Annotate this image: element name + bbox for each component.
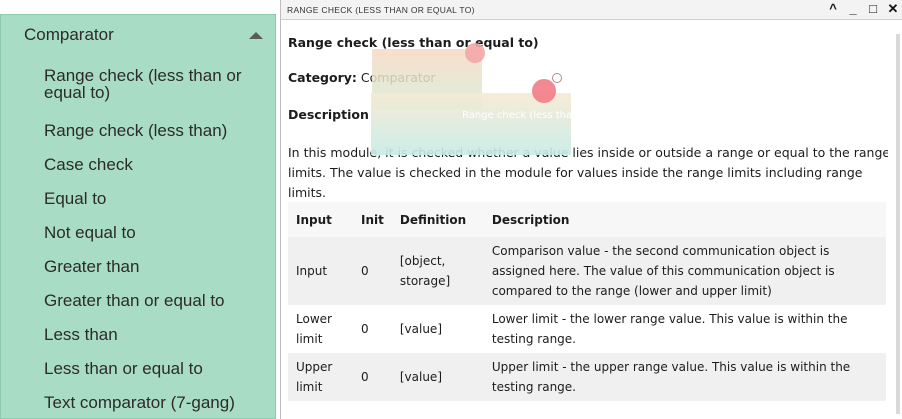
module-item-greater-than-or-equal[interactable]: Greater than or equal to: [44, 292, 225, 309]
close-icon[interactable]: ✕: [886, 2, 900, 16]
io-table: Input Init Definition Description Input …: [288, 202, 886, 401]
definition-line: [object,: [399, 254, 446, 268]
module-category-sidebar: Comparator Range check (less than or equ…: [0, 14, 276, 419]
ghost-ring-icon: [552, 73, 562, 83]
module-category: Category: Comparator: [288, 70, 436, 85]
input-line: Lower: [296, 312, 332, 326]
cell-init: 0: [353, 353, 392, 401]
description-line-2: limits. The value is checked in the modu…: [288, 165, 863, 200]
module-item-not-equal-to[interactable]: Not equal to: [44, 224, 136, 241]
definition-line: storage]: [399, 274, 451, 288]
description-line: testing range.: [491, 332, 576, 346]
module-name: Range check (less than or equal to): [288, 35, 539, 50]
table-row: Lower limit 0 [value] Lower limit - the …: [288, 305, 886, 353]
table-row: Upper limit 0 [value] Upper limit - the …: [288, 353, 886, 401]
cell-input: Input: [288, 237, 353, 305]
help-content: Range check (less than or equal to) Cate…: [288, 22, 888, 419]
description-line: Lower limit - the lower range value. Thi…: [491, 312, 848, 326]
input-line: Upper: [296, 360, 333, 374]
module-item-equal-to[interactable]: Equal to: [44, 190, 106, 207]
cell-definition: [value]: [391, 305, 484, 353]
cell-description: Comparison value - the second communicat…: [483, 237, 886, 305]
category-label: Category:: [288, 70, 357, 85]
window-title: Range check (less than or equal to): [287, 4, 475, 15]
description-line: assigned here. The value of this communi…: [491, 264, 835, 278]
table-row: Input 0 [object, storage] Comparison val…: [288, 237, 886, 305]
input-line: limit: [296, 380, 323, 394]
col-header-description: Description: [483, 202, 886, 237]
module-item-less-than[interactable]: Less than: [44, 326, 118, 343]
module-item-less-than-or-equal[interactable]: Less than or equal to: [44, 360, 203, 377]
cell-input: Upper limit: [288, 353, 353, 401]
minimize-icon[interactable]: _: [846, 2, 860, 16]
description-text: In this module, it is checked whether a …: [288, 143, 888, 203]
cell-definition: [object, storage]: [391, 237, 484, 305]
module-item-case-check[interactable]: Case check: [44, 156, 133, 173]
module-item-range-check-lte[interactable]: Range check (less than or equal to): [44, 67, 259, 101]
description-heading: Description: [288, 107, 369, 122]
collapse-caret-icon[interactable]: [249, 31, 263, 39]
ghost-label: Range check (less than or equal to): [462, 110, 640, 121]
drag-ghost-preview: Range check (less than or equal to): [371, 43, 640, 155]
category-title: Comparator: [24, 25, 114, 44]
window-titlebar[interactable]: Range check (less than or equal to) ^ _ …: [281, 0, 902, 20]
module-item-range-check-lt[interactable]: Range check (less than): [44, 122, 227, 139]
description-line: testing range.: [491, 380, 576, 394]
vertical-scrollbar[interactable]: [896, 34, 900, 414]
module-item-greater-than[interactable]: Greater than: [44, 258, 139, 275]
ghost-dot-icon: [532, 79, 556, 103]
description-line: Comparison value - the second communicat…: [491, 244, 830, 258]
collapse-icon[interactable]: ^: [826, 2, 840, 16]
maximize-icon[interactable]: □: [866, 2, 880, 16]
window-controls: ^ _ □ ✕: [826, 2, 900, 16]
cell-description: Lower limit - the lower range value. Thi…: [483, 305, 886, 353]
input-line: limit: [296, 332, 323, 346]
cell-description: Upper limit - the upper range value. Thi…: [483, 353, 886, 401]
description-line: Upper limit - the upper range value. Thi…: [491, 360, 851, 374]
cell-init: 0: [353, 305, 392, 353]
module-item-text-comparator[interactable]: Text comparator (7-gang): [44, 394, 235, 411]
col-header-input: Input: [288, 202, 353, 237]
description-line: compared to the range (lower and upper l…: [491, 284, 772, 298]
table-header-row: Input Init Definition Description: [288, 202, 886, 237]
cell-init: 0: [353, 237, 392, 305]
col-header-init: Init: [353, 202, 392, 237]
module-help-window: Range check (less than or equal to) ^ _ …: [280, 0, 902, 419]
category-header-comparator[interactable]: Comparator: [1, 15, 275, 55]
category-value: Comparator: [360, 70, 436, 85]
description-line-1: In this module, it is checked whether a …: [288, 145, 888, 160]
col-header-definition: Definition: [391, 202, 484, 237]
cell-definition: [value]: [391, 353, 484, 401]
cell-input: Lower limit: [288, 305, 353, 353]
